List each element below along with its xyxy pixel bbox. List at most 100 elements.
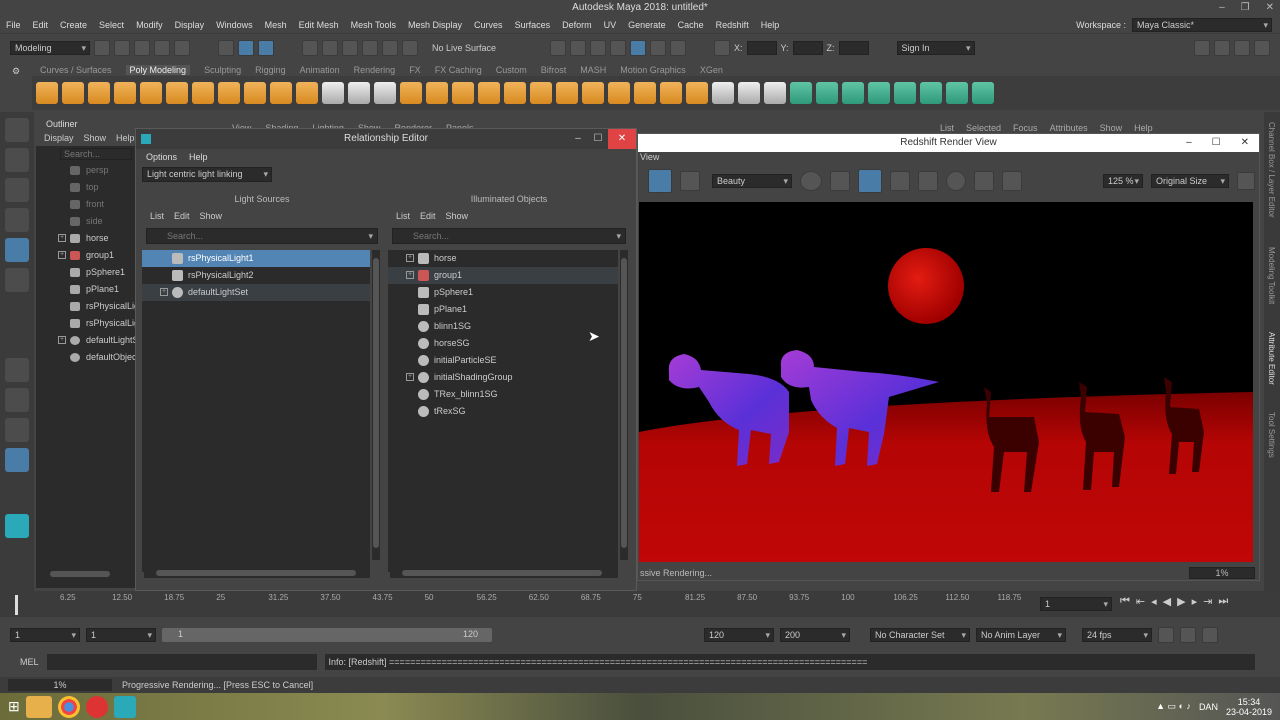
step-forward-key-icon[interactable]: ⇥ — [1203, 595, 1212, 608]
ae-menu-focus[interactable]: Focus — [1013, 123, 1038, 133]
list-item[interactable]: initialParticleSE — [388, 352, 618, 369]
rv-close-button[interactable]: ✕ — [1241, 134, 1249, 152]
tab-rigging[interactable]: Rigging — [255, 65, 286, 75]
outliner-menu-display[interactable]: Display — [44, 133, 74, 143]
outliner-item[interactable]: front — [36, 196, 136, 213]
list-item[interactable]: + horse — [388, 250, 618, 267]
tab-animation[interactable]: Animation — [300, 65, 340, 75]
snap-point-icon[interactable] — [342, 39, 358, 56]
object-vscrollbar[interactable] — [620, 250, 628, 560]
snapshot-icon[interactable] — [800, 171, 822, 191]
menu-mesh[interactable]: Mesh — [265, 20, 287, 30]
uv-cylindrical-icon[interactable] — [842, 82, 864, 104]
expand-icon[interactable]: + — [58, 234, 66, 242]
ae-menu-list[interactable]: List — [940, 123, 954, 133]
transform-mode-icon[interactable] — [714, 39, 730, 56]
play-backward-icon[interactable]: ◀ — [1163, 595, 1171, 608]
ae-menu-selected[interactable]: Selected — [966, 123, 1001, 133]
clock-time[interactable]: 15:34 — [1238, 697, 1261, 707]
poly-cube-icon[interactable] — [62, 82, 84, 104]
list-item[interactable]: horseSG — [388, 335, 618, 352]
fill-hole-icon[interactable] — [478, 82, 500, 104]
circularize-icon[interactable] — [634, 82, 656, 104]
platonic-solid-icon[interactable] — [218, 82, 240, 104]
expand-icon[interactable]: + — [160, 288, 168, 296]
anim-prefs-icon[interactable] — [1202, 627, 1218, 643]
tab-xgen[interactable]: XGen — [700, 65, 723, 75]
list-item[interactable]: tRexSG — [388, 403, 618, 420]
current-frame-field[interactable]: 1 — [1040, 597, 1112, 611]
uv-spherical-icon[interactable] — [868, 82, 890, 104]
collapse-icon[interactable] — [660, 82, 682, 104]
paint-select-icon[interactable] — [5, 178, 29, 202]
open-scene-icon[interactable] — [114, 39, 130, 56]
mel-input[interactable] — [46, 654, 317, 670]
go-to-end-icon[interactable]: ⏭ — [1218, 595, 1228, 608]
time-slider[interactable]: 6.25 12.50 18.75 25 31.25 37.50 43.75 50 56.25 62… — [0, 591, 1280, 617]
move-tool-icon[interactable] — [5, 208, 29, 232]
uv-checker-icon[interactable] — [920, 82, 942, 104]
size-dropdown[interactable]: Original Size — [1151, 174, 1229, 188]
step-back-key-icon[interactable]: ⇤ — [1136, 595, 1145, 608]
outliner-menu-show[interactable]: Show — [84, 133, 107, 143]
bevel-icon[interactable] — [530, 82, 552, 104]
uv-automatic-icon[interactable] — [894, 82, 916, 104]
select-component-icon[interactable] — [258, 39, 274, 56]
expand-icon[interactable]: + — [406, 271, 414, 279]
language-indicator[interactable]: DAN — [1199, 702, 1218, 712]
anim-layer-dropdown[interactable]: No Anim Layer — [976, 628, 1066, 642]
light-vscrollbar[interactable] — [372, 250, 380, 560]
modeling-toolkit-icon[interactable] — [1194, 39, 1210, 56]
list-item[interactable]: + initialShadingGroup — [388, 369, 618, 386]
re-minimize-button[interactable]: – — [568, 129, 588, 149]
render-frame-icon[interactable] — [550, 39, 566, 56]
pause-icon[interactable] — [670, 39, 686, 56]
current-time-marker[interactable] — [15, 595, 18, 615]
menu-edit-mesh[interactable]: Edit Mesh — [299, 20, 339, 30]
select-hierarchy-icon[interactable] — [218, 39, 234, 56]
rv-minimize-button[interactable]: – — [1186, 134, 1192, 152]
re-close-button[interactable]: ✕ — [608, 129, 636, 149]
tab-channel-box[interactable]: Channel Box / Layer Editor — [1267, 122, 1276, 218]
menu-deform[interactable]: Deform — [562, 20, 592, 30]
list-item[interactable]: rsPhysicalLight2 — [142, 267, 370, 284]
outliner-item[interactable]: pPlane1 — [36, 281, 136, 298]
scale-tool-icon[interactable] — [5, 268, 29, 292]
expand-icon[interactable]: + — [406, 254, 414, 262]
region-icon[interactable] — [858, 169, 882, 193]
expand-icon[interactable]: + — [406, 373, 414, 381]
tab-fx[interactable]: FX — [409, 65, 421, 75]
ipr-render-icon[interactable] — [570, 39, 586, 56]
sign-in-dropdown[interactable]: Sign In — [896, 40, 975, 55]
chrome-icon[interactable] — [57, 695, 80, 718]
outliner-item[interactable]: top — [36, 179, 136, 196]
list-item[interactable]: pPlane1 — [388, 301, 618, 318]
snap-curve-icon[interactable] — [322, 39, 338, 56]
menu-mesh-tools[interactable]: Mesh Tools — [351, 20, 396, 30]
attribute-editor-icon[interactable] — [1214, 39, 1230, 56]
outliner-item[interactable]: + horse — [36, 230, 136, 247]
object-search-input[interactable]: Search... — [392, 228, 626, 244]
menu-edit[interactable]: Edit — [33, 20, 49, 30]
expand-icon[interactable]: + — [58, 336, 66, 344]
redshift-render-icon[interactable] — [630, 39, 646, 56]
poly-cylinder-icon[interactable] — [88, 82, 110, 104]
tab-attribute-editor[interactable]: Attribute Editor — [1267, 332, 1276, 385]
step-back-frame-icon[interactable]: ◂ — [1151, 595, 1157, 608]
outliner-item[interactable]: persp — [36, 162, 136, 179]
tab-bifrost[interactable]: Bifrost — [541, 65, 567, 75]
windows-start-icon[interactable]: ⊞ — [8, 698, 20, 715]
outliner-layout-icon[interactable] — [5, 448, 29, 472]
multi-cut-icon[interactable] — [712, 82, 734, 104]
snap-grid-icon[interactable] — [302, 39, 318, 56]
list-item[interactable]: blinn1SG — [388, 318, 618, 335]
add-snapshot-icon[interactable] — [1002, 171, 1022, 191]
tab-sculpting[interactable]: Sculpting — [204, 65, 241, 75]
menu-windows[interactable]: Windows — [216, 20, 253, 30]
outliner-item[interactable]: rsPhysicalLig — [36, 298, 136, 315]
re-maximize-button[interactable]: ☐ — [588, 129, 608, 149]
bridge-icon[interactable] — [452, 82, 474, 104]
lasso-tool-icon[interactable] — [5, 148, 29, 172]
append-icon[interactable] — [556, 82, 578, 104]
outliner-hscrollbar[interactable] — [40, 570, 134, 578]
